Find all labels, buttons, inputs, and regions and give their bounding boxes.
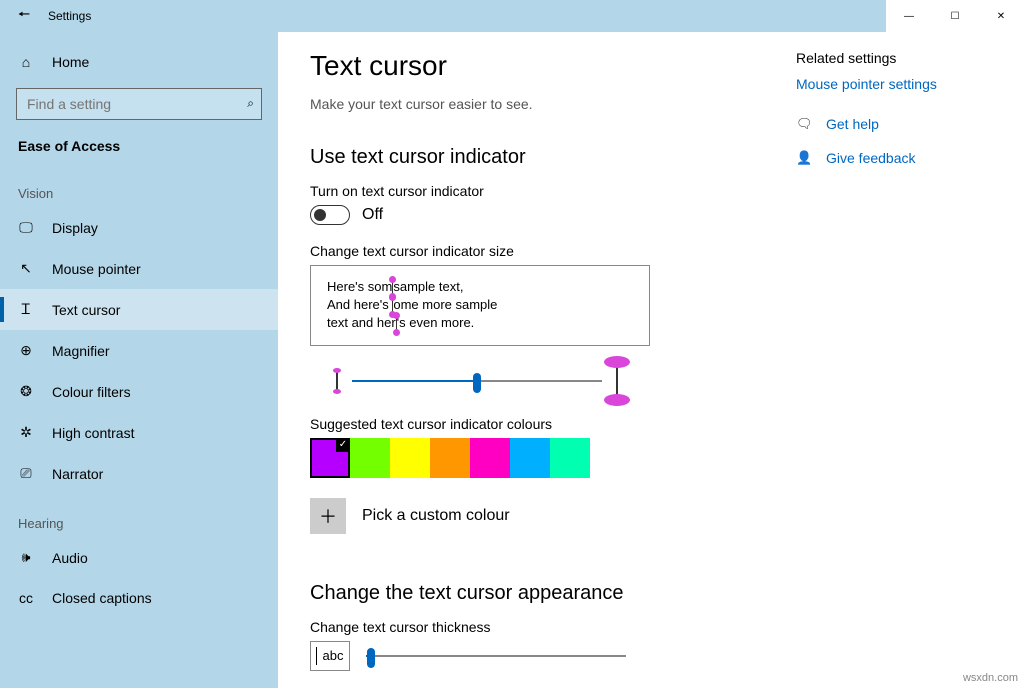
- sidebar-item-display[interactable]: 🖵 Display: [0, 207, 278, 248]
- page-subtitle: Make your text cursor easier to see.: [310, 96, 764, 112]
- colour-swatch[interactable]: [470, 438, 510, 478]
- sidebar-item-mouse-pointer[interactable]: ↖ Mouse pointer: [0, 248, 278, 289]
- indicator-size-slider[interactable]: [352, 371, 602, 391]
- watermark: wsxdn.com: [963, 672, 1018, 684]
- search-icon: ⌕: [247, 96, 254, 111]
- category-heading: Ease of Access: [0, 120, 278, 164]
- custom-colour-button[interactable]: ＋: [310, 498, 346, 534]
- indicator-small-icon: [336, 372, 338, 390]
- sidebar-item-text-cursor[interactable]: Ꮖ Text cursor: [0, 289, 278, 330]
- thickness-preview: abc: [310, 641, 350, 671]
- help-icon: 🗨: [796, 116, 812, 132]
- nav-icon: ⎚: [18, 465, 34, 482]
- colour-swatch[interactable]: [550, 438, 590, 478]
- nav-group-label: Hearing: [0, 494, 278, 537]
- custom-colour-label: Pick a custom colour: [362, 507, 510, 525]
- thickness-slider[interactable]: [366, 646, 626, 666]
- nav-label: Mouse pointer: [52, 261, 141, 277]
- nav-label: Magnifier: [52, 343, 110, 359]
- nav-icon: cc: [18, 590, 34, 606]
- nav-icon: 🕪: [18, 549, 34, 566]
- colour-swatch[interactable]: [310, 438, 350, 478]
- nav-icon: ↖: [18, 260, 34, 277]
- nav-icon: ❂: [18, 383, 34, 400]
- sidebar-item-high-contrast[interactable]: ✲ High contrast: [0, 412, 278, 453]
- sidebar: ⌂ Home ⌕ Ease of Access Vision 🖵 Display ↖ M…: [0, 32, 278, 688]
- sidebar-item-magnifier[interactable]: ⊕ Magnifier: [0, 330, 278, 371]
- sidebar-item-colour-filters[interactable]: ❂ Colour filters: [0, 371, 278, 412]
- section-indicator-heading: Use text cursor indicator: [310, 146, 764, 169]
- nav-icon: Ꮖ: [18, 301, 34, 318]
- page-content: Text cursor Make your text cursor easier…: [278, 32, 796, 688]
- maximize-button[interactable]: ☐: [932, 0, 978, 32]
- toggle-state: Off: [362, 206, 383, 224]
- minimize-button[interactable]: ―: [886, 0, 932, 32]
- page-title: Text cursor: [310, 50, 764, 82]
- home-label: Home: [52, 54, 89, 70]
- window-title: Settings: [48, 9, 91, 23]
- nav-group-label: Vision: [0, 164, 278, 207]
- cursor-indicator-icon: [396, 317, 397, 331]
- nav-label: Closed captions: [52, 590, 152, 606]
- colour-swatch[interactable]: [510, 438, 550, 478]
- nav-icon: ✲: [18, 424, 34, 441]
- close-button[interactable]: ✕: [978, 0, 1024, 32]
- colours-label: Suggested text cursor indicator colours: [310, 416, 764, 432]
- sidebar-item-narrator[interactable]: ⎚ Narrator: [0, 453, 278, 494]
- colour-swatch[interactable]: [350, 438, 390, 478]
- toggle-label: Turn on text cursor indicator: [310, 183, 764, 199]
- home-nav[interactable]: ⌂ Home: [0, 46, 278, 78]
- nav-label: Colour filters: [52, 384, 131, 400]
- home-icon: ⌂: [18, 54, 34, 70]
- related-heading: Related settings: [796, 50, 1004, 66]
- sidebar-item-audio[interactable]: 🕪 Audio: [0, 537, 278, 578]
- nav-icon: ⊕: [18, 342, 34, 359]
- indicator-toggle[interactable]: [310, 205, 350, 225]
- sidebar-item-closed-captions[interactable]: cc Closed captions: [0, 578, 278, 618]
- related-link-mouse-pointer[interactable]: Mouse pointer settings: [796, 76, 1004, 92]
- nav-label: Audio: [52, 550, 88, 566]
- indicator-preview: Here's somsample text, And here's ome mo…: [310, 265, 650, 346]
- nav-label: Narrator: [52, 466, 103, 482]
- colour-swatch[interactable]: [430, 438, 470, 478]
- related-panel: Related settings Mouse pointer settings …: [796, 32, 1024, 688]
- colour-swatch[interactable]: [390, 438, 430, 478]
- colour-swatches: [310, 438, 764, 478]
- cursor-indicator-icon: [392, 281, 393, 295]
- search-input[interactable]: [16, 88, 262, 120]
- feedback-icon: 👤: [796, 150, 812, 166]
- section-appearance-heading: Change the text cursor appearance: [310, 582, 764, 605]
- nav-label: Display: [52, 220, 98, 236]
- nav-label: Text cursor: [52, 302, 120, 318]
- size-label: Change text cursor indicator size: [310, 243, 764, 259]
- indicator-large-icon: [616, 364, 618, 398]
- get-help-link[interactable]: 🗨 Get help: [796, 116, 1004, 132]
- nav-label: High contrast: [52, 425, 134, 441]
- give-feedback-link[interactable]: 👤 Give feedback: [796, 150, 1004, 166]
- nav-icon: 🖵: [18, 219, 34, 236]
- back-button[interactable]: 🠔: [0, 4, 48, 28]
- cursor-indicator-icon: [392, 299, 393, 313]
- thickness-label: Change text cursor thickness: [310, 619, 764, 635]
